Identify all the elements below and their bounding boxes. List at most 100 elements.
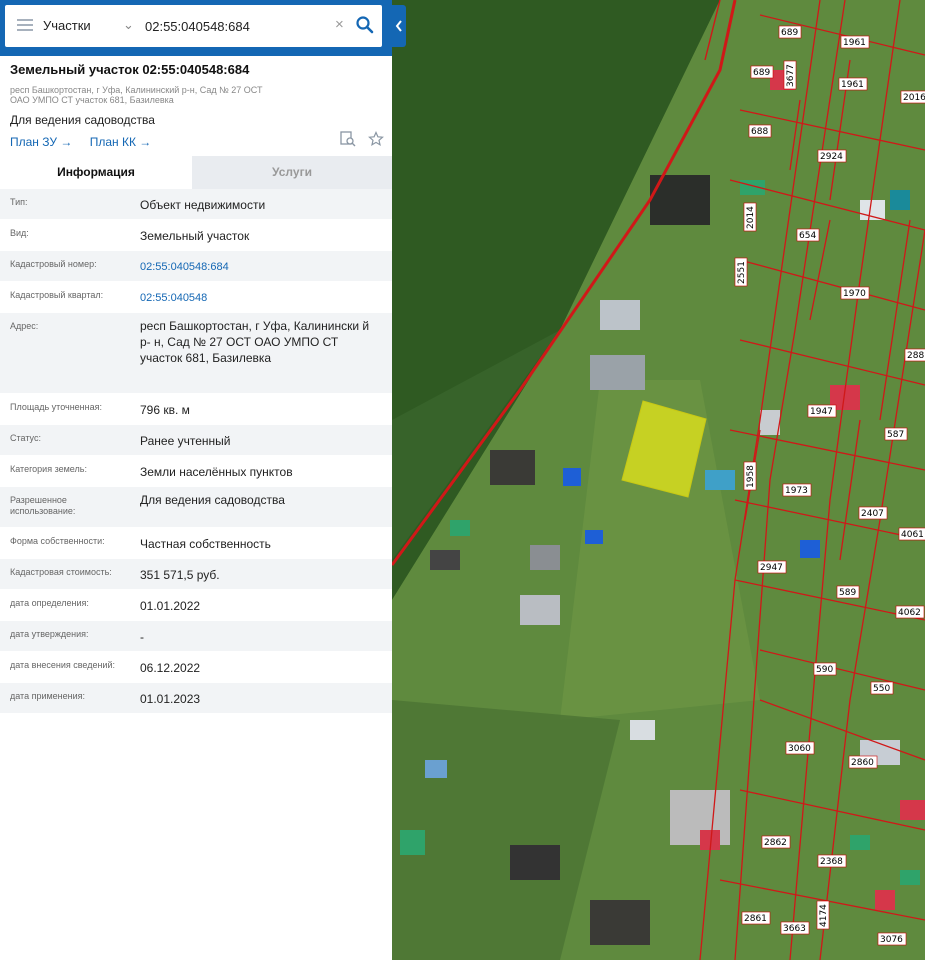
row-value: 796 кв. м [140,403,190,417]
table-row: Разрешенное использование: Для ведения са… [0,487,392,528]
row-value: респ Башкортостан, г Уфа, Калинински й р… [140,319,370,365]
parcel-label: 288 [904,348,925,362]
parcel-number: 4061 [901,530,924,540]
parcel-number: 3076 [880,935,903,945]
parcel-label: 3060 [785,741,815,755]
parcel-number: 2407 [861,509,884,519]
parcel-label: 2407 [858,506,888,520]
table-row: Кадастровый квартал: 02:55:040548 [0,282,392,313]
parcel-number: 288 [907,351,924,361]
table-row: дата утверждения: - [0,621,392,652]
tab-services[interactable]: Услуги [192,156,392,189]
parcel-label: 689 [750,65,774,79]
parcel-number: 2860 [851,758,874,768]
search-icon[interactable] [355,14,375,36]
parcel-number: 1961 [841,80,864,90]
table-row: Адрес: респ Башкортостан, г Уфа, Калининс… [0,313,392,394]
parcel-number: 2368 [820,857,843,867]
search-box: Участки ⌄ × [5,5,382,47]
row-value: Земли населённых пунктов [140,465,293,479]
search-bar: Участки ⌄ × [0,0,392,56]
parcel-number: 4174 [819,904,829,927]
chevron-left-icon[interactable] [395,20,403,32]
parcel-number: 689 [781,28,798,38]
plot-header: Земельный участок 02:55:040548:684 респ … [10,62,382,149]
tab-information[interactable]: Информация [0,156,192,189]
table-row: Кадастровая стоимость: 351 571,5 руб. [0,559,392,590]
parcel-number: 1958 [746,465,756,488]
parcel-number: 2014 [746,206,756,229]
row-label: Кадастровый квартал: [10,290,104,300]
row-value: Для ведения садоводства [140,493,285,507]
parcel-label: 550 [870,681,894,695]
table-row: Категория земель: Земли населённых пункто… [0,456,392,487]
close-icon[interactable]: × [335,16,344,33]
parcel-number: 1961 [843,38,866,48]
table-row: Тип: Объект недвижимости [0,189,392,220]
parcel-number: 2861 [744,914,767,924]
page-title: Земельный участок 02:55:040548:684 [10,62,250,77]
parcel-label: 4174 [816,900,830,930]
row-label: Тип: [10,197,28,207]
parcel-label: 2947 [757,560,787,574]
parcel-label: 1973 [782,483,812,497]
parcel-label: 2861 [741,911,771,925]
parcel-number: 550 [873,684,890,694]
plot-purpose: Для ведения садоводства [10,113,155,127]
parcel-number: 2924 [820,152,843,162]
parcel-label: 2551 [734,257,748,287]
table-row: дата применения: 01.01.2023 [0,683,392,714]
parcel-label: 3076 [877,932,907,946]
parcel-number: 1973 [785,486,808,496]
parcel-label: 3677 [783,60,797,90]
parcel-number: 2862 [764,838,787,848]
category-select[interactable]: Участки [43,5,133,47]
parcel-label: 1970 [840,286,870,300]
table-row: Форма собственности: Частная собственност… [0,528,392,559]
table-row: Кадастровый номер: 02:55:040548:684 [0,251,392,282]
row-label: Кадастровая стоимость: [10,567,112,577]
row-value-link[interactable]: 02:55:040548:684 [140,259,382,275]
search-button[interactable] [355,14,375,36]
table-row: Площадь уточненная: 796 кв. м [0,394,392,425]
parcel-label: 2368 [817,854,847,868]
parcel-number: 689 [753,68,770,78]
row-label: дата утверждения: [10,629,89,639]
menu-icon[interactable] [17,19,33,31]
parcel-number: 2551 [737,261,747,284]
collapse-panel-button[interactable] [392,5,406,47]
parcel-label: 3663 [780,921,810,935]
parcel-label: 2014 [743,202,757,232]
parcel-number: 589 [839,588,856,598]
parcel-label: 2016 [900,90,925,104]
document-search-icon[interactable] [339,131,356,147]
row-value: 06.12.2022 [140,661,201,675]
parcel-label: 1958 [743,461,757,491]
chevron-down-icon[interactable]: ⌄ [123,17,134,33]
plan-zu-link[interactable]: План ЗУ → [10,135,72,149]
parcel-number: 4062 [898,608,921,618]
row-label: Кадастровый номер: [10,259,97,269]
parcel-label: 589 [836,585,860,599]
row-value: Частная собственность [140,537,271,551]
row-label: Категория земель: [10,464,87,474]
parcel-number: 590 [816,665,833,675]
parcel-label: 689 [778,25,802,39]
parcel-label: 587 [884,427,908,441]
plot-address: респ Башкортостан, г Уфа, Калининский р-… [10,85,263,105]
table-row: Статус: Ранее учтенный [0,425,392,456]
property-table: Тип: Объект недвижимости Вид: Земельный уча… [0,189,392,714]
parcel-number: 3663 [783,924,806,934]
star-icon[interactable] [368,131,384,147]
row-value: 351 571,5 руб. [140,568,220,582]
parcel-number: 1947 [810,407,833,417]
search-input[interactable] [145,16,325,36]
row-label: Статус: [10,433,41,443]
row-label: Разрешенное использование: [10,495,76,516]
parcel-label: 2924 [817,149,847,163]
row-value: Ранее учтенный [140,434,231,448]
row-label: дата применения: [10,691,86,701]
row-label: дата внесения сведений: [10,660,115,670]
plan-kk-link[interactable]: План КК → [90,135,152,149]
row-value-link[interactable]: 02:55:040548 [140,290,382,306]
